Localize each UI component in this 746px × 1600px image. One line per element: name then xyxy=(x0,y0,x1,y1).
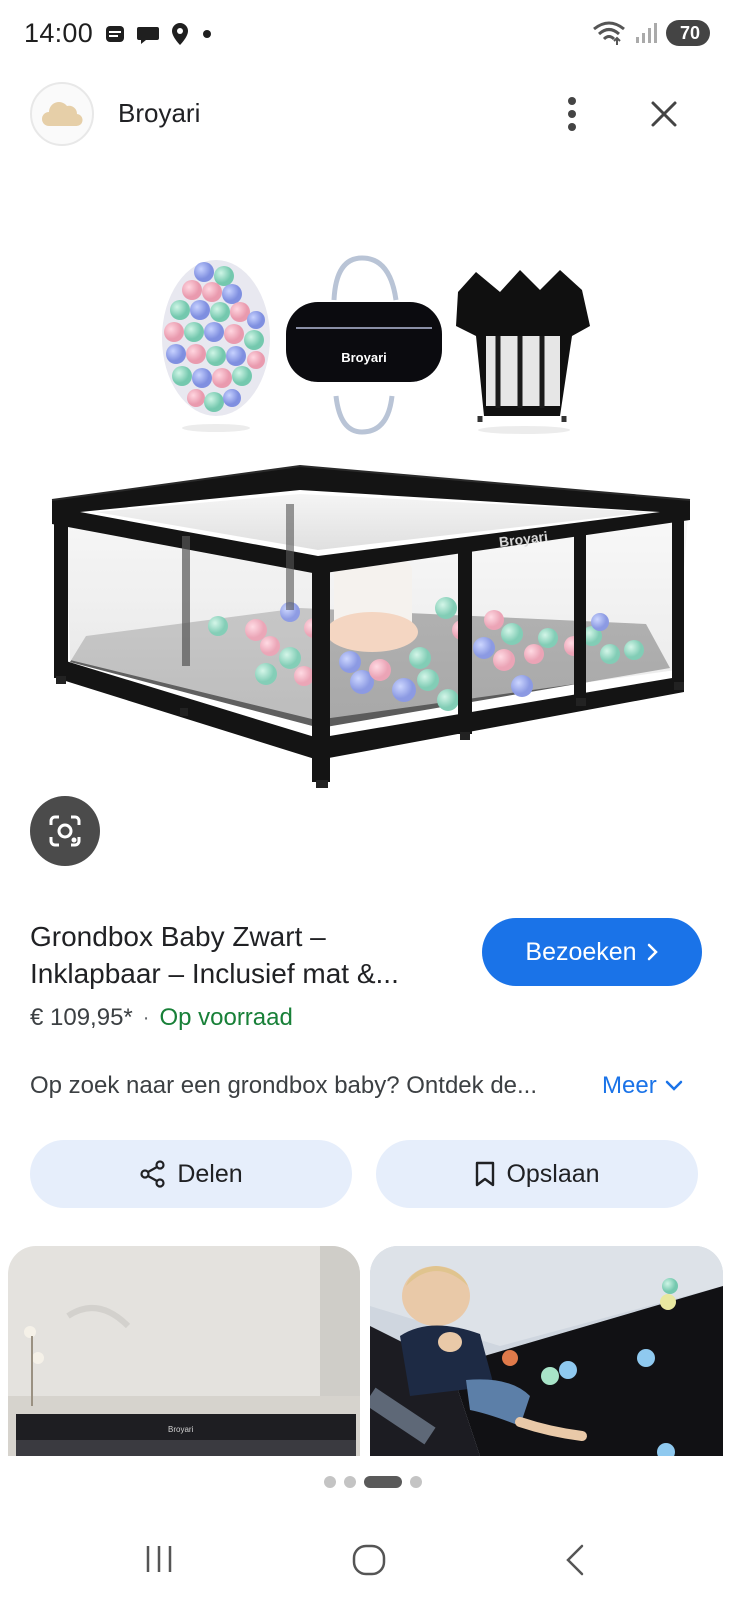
folded-playpen xyxy=(456,270,590,434)
page-dot[interactable] xyxy=(410,1476,422,1488)
carry-bag: Broyari xyxy=(286,255,442,435)
visit-button[interactable]: Bezoeken xyxy=(482,918,702,986)
more-link[interactable]: Meer xyxy=(602,1072,683,1100)
more-vert-icon xyxy=(568,97,576,131)
wifi-icon xyxy=(593,21,625,45)
page-dot[interactable] xyxy=(324,1476,336,1488)
bag-brand-text: Broyari xyxy=(341,350,387,365)
battery-icon: 70 xyxy=(665,20,710,46)
lens-icon xyxy=(49,815,81,847)
lens-button[interactable] xyxy=(30,796,100,866)
share-icon xyxy=(140,1160,165,1188)
signal-icon xyxy=(635,23,657,43)
home-icon xyxy=(352,1544,386,1576)
more-label: Meer xyxy=(602,1072,657,1099)
share-button[interactable]: Delen xyxy=(30,1140,352,1208)
thumb-brand-text: Broyari xyxy=(168,1425,194,1434)
related-image-1[interactable]: Broyari xyxy=(8,1246,360,1456)
product-description: Op zoek naar een grondbox baby? Ontdek d… xyxy=(30,1072,538,1099)
chevron-down-icon xyxy=(665,1080,682,1091)
share-label: Delen xyxy=(177,1159,243,1188)
related-image-2-photo xyxy=(370,1246,723,1456)
playpen-illustration: Broyari Broyari xyxy=(51,255,691,788)
save-label: Opslaan xyxy=(506,1159,600,1188)
source-name[interactable]: Broyari xyxy=(118,98,200,129)
page-indicator xyxy=(0,1476,746,1488)
close-button[interactable] xyxy=(640,90,688,138)
chevron-right-icon xyxy=(647,943,658,961)
chat-icon xyxy=(137,27,159,44)
back-icon xyxy=(566,1544,584,1576)
dot-icon xyxy=(203,30,211,38)
cloud-logo-icon xyxy=(42,102,83,127)
status-bar: 14:00 70 xyxy=(0,0,746,72)
visit-label: Bezoeken xyxy=(525,937,637,966)
page-dot-active[interactable] xyxy=(364,1476,402,1488)
product-title[interactable]: Grondbox Baby Zwart – Inklapbaar – Inclu… xyxy=(30,918,460,992)
source-header: Broyari xyxy=(0,78,746,150)
source-logo[interactable] xyxy=(30,82,94,146)
playpen: Broyari xyxy=(51,464,691,788)
ball-bag xyxy=(162,260,270,432)
page-dot[interactable] xyxy=(344,1476,356,1488)
stock-status: Op voorraad xyxy=(159,1004,293,1031)
status-time: 14:00 xyxy=(24,18,94,48)
recent-apps-button[interactable] xyxy=(140,1542,178,1581)
more-options-button[interactable] xyxy=(554,88,590,140)
nav-bar xyxy=(0,1518,746,1600)
recent-apps-icon xyxy=(146,1546,172,1572)
main-product-image[interactable]: Broyari Broyari xyxy=(0,160,746,880)
status-icons-left xyxy=(104,22,214,46)
home-button[interactable] xyxy=(350,1542,388,1583)
close-icon xyxy=(651,101,677,127)
status-icons-right: 70 xyxy=(592,20,710,46)
message-icon xyxy=(106,26,124,42)
save-button[interactable]: Opslaan xyxy=(376,1140,698,1208)
location-icon xyxy=(172,23,188,45)
back-button[interactable] xyxy=(560,1542,594,1583)
separator: · xyxy=(142,1006,150,1029)
price-row: € 109,95* · Op voorraad xyxy=(30,1004,293,1032)
bookmark-icon xyxy=(476,1161,495,1187)
related-image-1-photo: Broyari xyxy=(8,1246,360,1456)
related-image-2[interactable] xyxy=(370,1246,723,1456)
price: € 109,95* xyxy=(30,1004,133,1031)
